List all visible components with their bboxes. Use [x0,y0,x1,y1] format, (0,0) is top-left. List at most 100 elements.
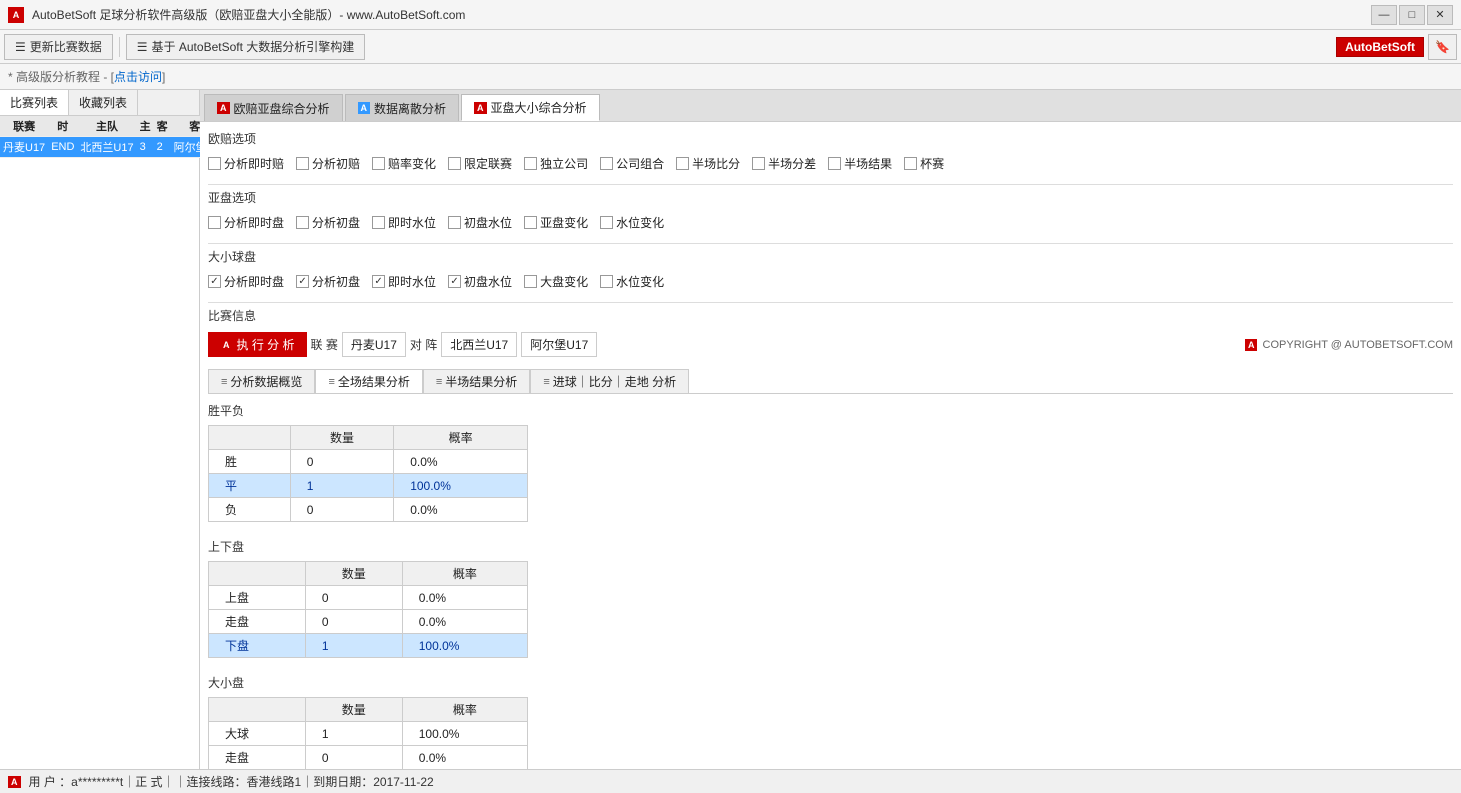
over-under-table: 数量 概率 上盘 0 0.0% 走盘 0 0.0% 下盘 1 100.0% [208,561,528,658]
close-button[interactable]: ✕ [1427,5,1453,25]
match-info-row: A 执 行 分 析 联 赛 丹麦U17 对 阵 北西兰U17 阿尔堡U17 A … [208,328,1453,361]
checkbox-ou10[interactable]: 杯赛 [904,155,944,172]
table-row: 走盘 0 0.0% [209,610,528,634]
exec-analysis-button[interactable]: A 执 行 分 析 [208,332,307,357]
checkbox-box-ou1 [208,157,221,170]
checkbox-ou7[interactable]: 半场比分 [676,155,740,172]
checkbox-sz1[interactable]: 分析即时盘 [208,273,284,290]
size-options-row: 分析即时盘 分析初盘 即时水位 初盘水位 大盘变化 水位变化 [208,269,1453,294]
divider1 [208,184,1453,185]
match-info-title: 比赛信息 [208,307,1453,324]
tab-data[interactable]: A 数据离散分析 [345,94,460,121]
tab-ou[interactable]: A 欧赔亚盘综合分析 [204,94,343,121]
table-row: 下盘 1 100.0% [209,634,528,658]
app-icon: A [8,7,24,23]
checkbox-box-ou8 [752,157,765,170]
checkbox-sz5[interactable]: 大盘变化 [524,273,588,290]
window-controls[interactable]: — □ ✕ [1371,5,1453,25]
checkbox-label-sz4: 初盘水位 [464,273,512,290]
size-options-title: 大小球盘 [208,248,1453,265]
left-panel: 比赛列表 收藏列表 联赛 时 主队 主 客 客队 亚盘 半场 [0,90,200,769]
checkbox-as3[interactable]: 即时水位 [372,214,436,231]
sub-tab-bar: ≡ 分析数据概览 ≡ 全场结果分析 ≡ 半场结果分析 ≡ 进球｜比分｜走地 分析 [208,369,1453,394]
table-row: 上盘 0 0.0% [209,586,528,610]
sub-tab-overview[interactable]: ≡ 分析数据概览 [208,369,315,393]
checkbox-box-sz6 [600,275,613,288]
checkbox-box-sz3 [372,275,385,288]
copyright-text: A COPYRIGHT @ AUTOBETSOFT.COM [1245,339,1453,351]
tab-asia[interactable]: A 亚盘大小综合分析 [461,94,600,121]
checkbox-label-ou8: 半场分差 [768,155,816,172]
checkbox-ou4[interactable]: 限定联赛 [448,155,512,172]
maximize-button[interactable]: □ [1399,5,1425,25]
checkbox-as6[interactable]: 水位变化 [600,214,664,231]
tab-ou-icon: A [217,102,230,114]
checkbox-sz3[interactable]: 即时水位 [372,273,436,290]
analysis-engine-button[interactable]: ☰ 基于 AutoBetSoft 大数据分析引擎构建 [126,34,365,60]
checkbox-ou2[interactable]: 分析初赔 [296,155,360,172]
asia-options-section: 亚盘选项 分析即时盘 分析初盘 即时水位 初盘水位 亚盘变化 水位变化 [208,189,1453,235]
checkbox-ou5[interactable]: 独立公司 [524,155,588,172]
checkbox-ou9[interactable]: 半场结果 [828,155,892,172]
checkbox-label-ou3: 赔率变化 [388,155,436,172]
divider3 [208,302,1453,303]
checkbox-as4[interactable]: 初盘水位 [448,214,512,231]
table-row: 负 0 0.0% [209,498,528,522]
bookmark-button[interactable]: 🔖 [1428,34,1457,60]
checkbox-label-as5: 亚盘变化 [540,214,588,231]
checkbox-box-sz4 [448,275,461,288]
toolbar-divider [119,37,120,57]
checkbox-label-sz3: 即时水位 [388,273,436,290]
app-title: AutoBetSoft 足球分析软件高级版（欧赔亚盘大小全能版）- www.Au… [32,6,465,23]
match-list-tab[interactable]: 比赛列表 [0,90,69,115]
checkbox-as1[interactable]: 分析即时盘 [208,214,284,231]
checkbox-box-sz2 [296,275,309,288]
checkbox-label-as2: 分析初盘 [312,214,360,231]
link-bar: * 高级版分析教程 - [ 点击访问 ] [0,64,1461,90]
title-bar: A AutoBetSoft 足球分析软件高级版（欧赔亚盘大小全能版）- www.… [0,0,1461,30]
title-bar-left: A AutoBetSoft 足球分析软件高级版（欧赔亚盘大小全能版）- www.… [8,6,465,23]
tutorial-link[interactable]: 点击访问 [114,68,162,85]
checkbox-as5[interactable]: 亚盘变化 [524,214,588,231]
checkbox-sz6[interactable]: 水位变化 [600,273,664,290]
checkbox-as2[interactable]: 分析初盘 [296,214,360,231]
match-info-section: 比赛信息 A 执 行 分 析 联 赛 丹麦U17 对 阵 北西兰U17 阿尔堡U… [208,307,1453,361]
sub-tab-full[interactable]: ≡ 全场结果分析 [315,369,422,393]
asia-options-title: 亚盘选项 [208,189,1453,206]
checkbox-ou1[interactable]: 分析即时赔 [208,155,284,172]
big-small-section: 大小盘 数量 概率 大球 1 100.0% 走盘 0 0.0% 小球 [208,674,1453,769]
checkbox-box-ou5 [524,157,537,170]
minimize-button[interactable]: — [1371,5,1397,25]
sub-tab-goal[interactable]: ≡ 进球｜比分｜走地 分析 [530,369,689,393]
bs-col0 [209,698,306,722]
update-data-label: 更新比赛数据 [30,38,102,55]
checkbox-box-ou4 [448,157,461,170]
sub-tab-icon3: ≡ [436,376,442,388]
checkbox-ou8[interactable]: 半场分差 [752,155,816,172]
checkbox-sz4[interactable]: 初盘水位 [448,273,512,290]
checkbox-label-ou6: 公司组合 [616,155,664,172]
checkbox-box-as6 [600,216,613,229]
ou-col2: 概率 [402,562,527,586]
exec-icon: A [220,339,233,351]
table-row: 平 1 100.0% [209,474,528,498]
checkbox-box-ou7 [676,157,689,170]
sub-tab-half[interactable]: ≡ 半场结果分析 [423,369,530,393]
sub-tab-icon1: ≡ [221,376,227,388]
checkbox-label-sz1: 分析即时盘 [224,273,284,290]
checkbox-label-sz2: 分析初盘 [312,273,360,290]
left-panel-tabs: 比赛列表 收藏列表 [0,90,199,116]
checkbox-sz2[interactable]: 分析初盘 [296,273,360,290]
favorites-tab[interactable]: 收藏列表 [69,90,138,115]
update-data-button[interactable]: ☰ 更新比赛数据 [4,34,113,60]
checkbox-box-as2 [296,216,309,229]
col-league: 联赛 [0,116,48,137]
checkbox-label-sz6: 水位变化 [616,273,664,290]
checkbox-ou6[interactable]: 公司组合 [600,155,664,172]
checkbox-box-as3 [372,216,385,229]
wdl-col2: 概率 [394,426,528,450]
ou-col1: 数量 [305,562,402,586]
right-panel: A 欧赔亚盘综合分析 A 数据离散分析 A 亚盘大小综合分析 欧赔选项 分析即时… [200,90,1461,769]
wdl-col1: 数量 [290,426,393,450]
checkbox-ou3[interactable]: 赔率变化 [372,155,436,172]
